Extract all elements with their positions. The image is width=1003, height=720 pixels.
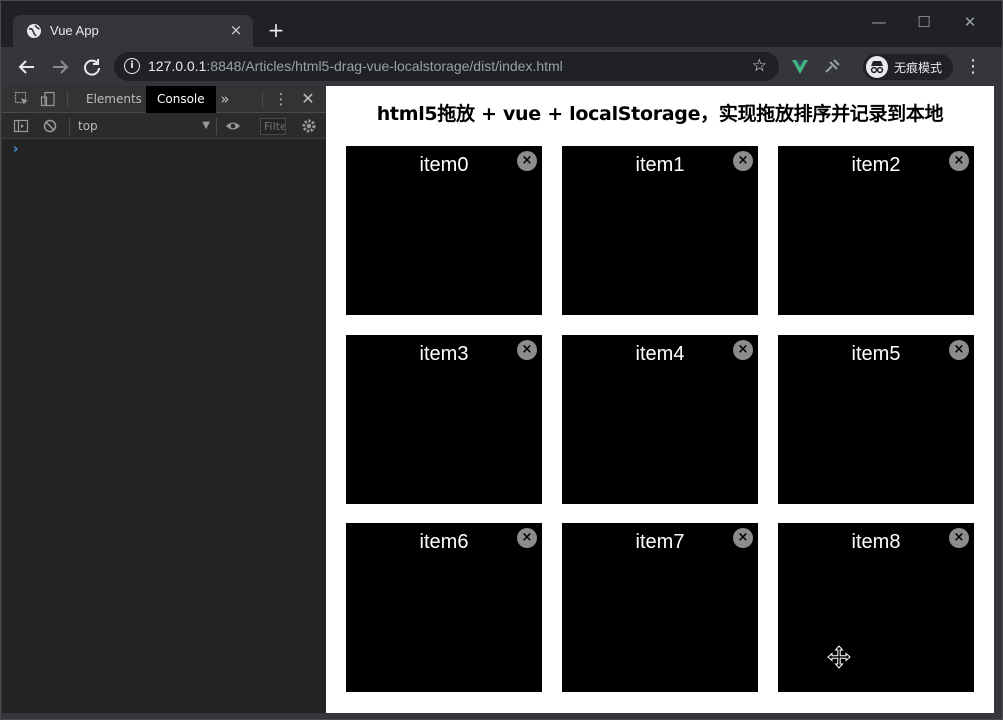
move-cursor-icon (827, 645, 851, 669)
close-icon[interactable]: × (733, 528, 753, 548)
divider (262, 91, 263, 108)
divider (67, 91, 68, 108)
item-label: item0 (419, 154, 469, 176)
info-icon[interactable]: i (124, 58, 140, 74)
close-icon[interactable]: × (517, 151, 537, 171)
item-label: item6 (419, 531, 469, 553)
console-toolbar: top ▼ (2, 113, 326, 139)
browser-tab[interactable]: Vue App × (13, 15, 253, 47)
close-icon[interactable]: × (949, 528, 969, 548)
drag-item[interactable]: item3 × (346, 335, 542, 504)
drag-item[interactable]: item8 × (778, 523, 974, 692)
window-frame (1, 713, 1002, 719)
address-bar[interactable]: i 127.0.0.1:8848/Articles/html5-drag-vue… (114, 52, 779, 81)
device-toolbar-icon[interactable] (40, 91, 56, 107)
star-icon[interactable]: ☆ (752, 56, 767, 76)
profile-label: 无痕模式 (894, 61, 943, 75)
close-icon[interactable]: × (733, 340, 753, 360)
drag-item[interactable]: item4 × (562, 335, 758, 504)
devtools-panel: Elements Console » ⋮ ✕ top ▼ Filter › (2, 86, 326, 713)
tab-elements[interactable]: Elements (75, 86, 153, 113)
menu-icon[interactable]: ⋮ (964, 57, 982, 77)
live-expression-eye-icon[interactable] (225, 118, 241, 134)
tab-close-icon[interactable]: × (227, 21, 245, 39)
context-select-value: top (78, 119, 98, 133)
page-title: html5拖放 + vue + localStorage，实现拖放排序并记录到本… (376, 103, 944, 125)
back-icon[interactable] (15, 55, 39, 79)
drag-item[interactable]: item1 × (562, 146, 758, 315)
url-text: 127.0.0.1:8848/Articles/html5-drag-vue-l… (148, 58, 563, 74)
console-filter-input[interactable] (260, 118, 286, 135)
drag-item[interactable]: item5 × (778, 335, 974, 504)
close-icon[interactable]: × (949, 340, 969, 360)
divider (216, 118, 217, 135)
drag-item[interactable]: item7 × (562, 523, 758, 692)
reload-icon[interactable] (80, 55, 104, 79)
devtools-menu-icon[interactable]: ⋮ (273, 91, 289, 107)
tab-strip: Vue App × + — ☐ ✕ (1, 1, 1002, 47)
item-label: item8 (851, 531, 901, 553)
clear-console-icon[interactable] (42, 118, 58, 134)
close-icon[interactable]: × (733, 151, 753, 171)
settings-gear-icon[interactable] (301, 118, 317, 134)
close-window-button[interactable]: ✕ (959, 11, 981, 33)
console-sidebar-icon[interactable] (13, 118, 29, 134)
browser-window: Vue App × + — ☐ ✕ i 127.0.0.1:8848/Artic… (0, 0, 1003, 720)
console-prompt-icon[interactable]: › (13, 142, 18, 157)
vue-devtools-icon[interactable] (791, 58, 809, 76)
extension-icon[interactable] (823, 58, 841, 76)
close-icon[interactable]: × (517, 528, 537, 548)
globe-icon (27, 24, 41, 38)
drag-item[interactable]: item0 × (346, 146, 542, 315)
incognito-profile-button[interactable]: 无痕模式 (863, 54, 953, 80)
drag-item[interactable]: item2 × (778, 146, 974, 315)
dropdown-arrow-icon: ▼ (202, 120, 210, 131)
context-select[interactable]: top ▼ (78, 118, 210, 134)
item-label: item1 (635, 154, 685, 176)
tab-console[interactable]: Console (146, 86, 216, 113)
divider (69, 118, 70, 135)
close-icon[interactable]: × (949, 151, 969, 171)
inspect-element-icon[interactable] (14, 91, 30, 107)
incognito-icon (866, 56, 888, 78)
page-viewport: html5拖放 + vue + localStorage，实现拖放排序并记录到本… (326, 86, 994, 713)
tab-title: Vue App (50, 23, 99, 38)
maximize-button[interactable]: ☐ (913, 11, 935, 33)
item-label: item4 (635, 343, 685, 365)
item-label: item2 (851, 154, 901, 176)
item-label: item3 (419, 343, 469, 365)
browser-toolbar: i 127.0.0.1:8848/Articles/html5-drag-vue… (1, 47, 1002, 86)
forward-icon[interactable] (48, 55, 72, 79)
minimize-button[interactable]: — (868, 11, 890, 33)
item-label: item5 (851, 343, 901, 365)
new-tab-button[interactable]: + (265, 19, 287, 41)
drag-item[interactable]: item6 × (346, 523, 542, 692)
close-icon[interactable]: × (517, 340, 537, 360)
devtools-close-icon[interactable]: ✕ (300, 91, 316, 107)
more-tabs-icon[interactable]: » (217, 91, 233, 107)
item-label: item7 (635, 531, 685, 553)
devtools-tab-bar: Elements Console » ⋮ ✕ (2, 86, 326, 113)
